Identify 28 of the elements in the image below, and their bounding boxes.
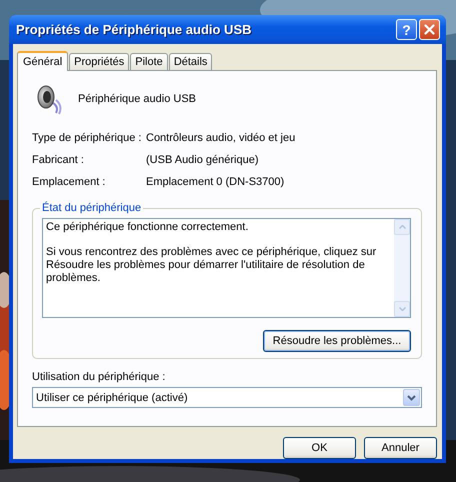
device-name: Périphérique audio USB: [78, 93, 196, 105]
status-text: Ce périphérique fonctionne correctement.: [46, 221, 250, 234]
close-button[interactable]: [419, 19, 440, 40]
property-label: Fabricant :: [32, 154, 85, 166]
chevron-down-icon: [398, 307, 406, 311]
dialog-button[interactable]: Annuler: [364, 437, 437, 459]
group-legend: État du périphérique: [40, 202, 144, 214]
tab[interactable]: Propriétés: [69, 53, 130, 70]
usage-label: Utilisation du périphérique :: [32, 371, 166, 383]
property-value: Contrôleurs audio, vidéo et jeu: [146, 132, 296, 144]
usage-dropdown[interactable]: Utiliser ce périphérique (activé): [32, 387, 422, 408]
property-label: Emplacement :: [32, 176, 106, 188]
dropdown-button[interactable]: [403, 389, 420, 406]
status-text: Si vous rencontrez des problèmes avec ce périphérique, cliquez sur Résoudre les problèmes pour démarrer l'utilitaire de résolution de problèmes.: [46, 246, 378, 285]
property-value: (USB Audio générique): [146, 154, 260, 166]
help-button[interactable]: ?: [396, 19, 417, 40]
chevron-up-icon: [398, 225, 406, 229]
chevron-down-icon: [407, 394, 416, 400]
tab[interactable]: Pilote: [130, 53, 168, 70]
property-value: Emplacement 0 (DN-S3700): [146, 176, 286, 188]
tab[interactable]: Général: [17, 51, 68, 71]
property-label: Type de périphérique :: [32, 132, 142, 144]
speaker-icon: [36, 83, 64, 115]
close-icon: [424, 24, 435, 35]
tab[interactable]: Détails: [168, 53, 212, 70]
window-title: Propriétés de Périphérique audio USB: [16, 22, 252, 37]
dialog-button[interactable]: OK: [283, 437, 356, 459]
troubleshoot-button[interactable]: Résoudre les problèmes...: [263, 330, 411, 352]
